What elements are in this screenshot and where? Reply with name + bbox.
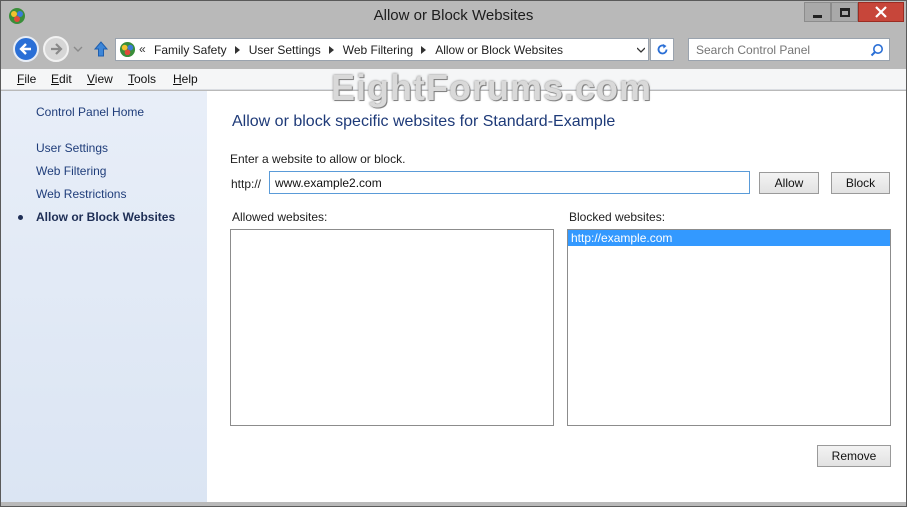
allow-button[interactable]: Allow [759,172,819,194]
refresh-icon [657,44,667,55]
chevron-down-icon[interactable] [637,46,645,54]
maximize-button[interactable] [831,2,858,22]
close-icon [875,6,887,18]
sidebar: Control Panel Home User Settings Web Fil… [1,91,207,502]
allowed-websites-label: Allowed websites: [232,210,328,224]
search-input[interactable] [689,39,865,60]
breadcrumb-separator-icon[interactable] [328,46,334,54]
menu-file[interactable]: File [17,72,36,86]
breadcrumb-separator-icon[interactable] [234,46,240,54]
blocked-websites-list[interactable]: http://example.com [567,229,891,426]
maximize-icon [839,7,850,17]
search-box[interactable] [688,38,890,61]
breadcrumb-separator-icon[interactable] [421,46,427,54]
menu-bar: File Edit View Tools Help [1,69,906,90]
back-arrow-icon [19,43,31,55]
sidebar-item-web-restrictions[interactable]: Web Restrictions [36,187,126,201]
address-bar[interactable]: « Family Safety User Settings Web Filter… [115,38,649,61]
menu-help[interactable]: Help [173,72,198,86]
block-button[interactable]: Block [831,172,890,194]
search-icon[interactable] [870,43,884,57]
title-bar: Allow or Block Websites [1,1,906,31]
main-content: Allow or block specific websites for Sta… [207,91,906,502]
forward-arrow-icon [51,43,63,55]
sidebar-item-web-filtering[interactable]: Web Filtering [36,164,106,178]
forward-button[interactable] [43,36,69,62]
breadcrumb: Family Safety User Settings Web Filterin… [154,43,563,57]
minimize-button[interactable] [804,2,831,22]
breadcrumb-allow-block[interactable]: Allow or Block Websites [435,43,563,57]
remove-button[interactable]: Remove [817,445,891,467]
list-item[interactable]: http://example.com [568,230,890,246]
breadcrumb-family-safety[interactable]: Family Safety [154,43,227,57]
refresh-button[interactable] [650,38,674,61]
breadcrumb-user-settings[interactable]: User Settings [249,43,321,57]
menu-tools[interactable]: Tools [128,72,156,86]
website-prompt: Enter a website to allow or block. [230,152,406,166]
control-panel-icon [119,41,136,58]
navigation-bar: « Family Safety User Settings Web Filter… [1,31,906,69]
sidebar-item-control-panel-home[interactable]: Control Panel Home [36,105,144,119]
recent-locations-icon[interactable] [73,44,83,54]
back-button[interactable] [13,36,39,62]
control-panel-window: Allow or Block Websites « Family Safety … [0,0,907,507]
http-prefix-label: http:// [231,177,262,191]
close-button[interactable] [858,2,904,22]
sidebar-item-user-settings[interactable]: User Settings [36,141,108,155]
menu-edit[interactable]: Edit [51,72,72,86]
up-arrow-icon[interactable] [93,40,109,58]
window-title: Allow or Block Websites [373,7,534,24]
current-page-bullet-icon [18,215,23,220]
breadcrumb-web-filtering[interactable]: Web Filtering [343,43,413,57]
website-input[interactable] [269,171,750,194]
page-title: Allow or block specific websites for Sta… [232,113,616,130]
menu-view[interactable]: View [87,72,113,86]
sidebar-item-allow-block-websites: Allow or Block Websites [36,210,176,224]
breadcrumb-overflow[interactable]: « [139,42,146,56]
blocked-websites-label: Blocked websites: [569,210,666,224]
minimize-icon [813,14,822,18]
allowed-websites-list[interactable] [230,229,554,426]
